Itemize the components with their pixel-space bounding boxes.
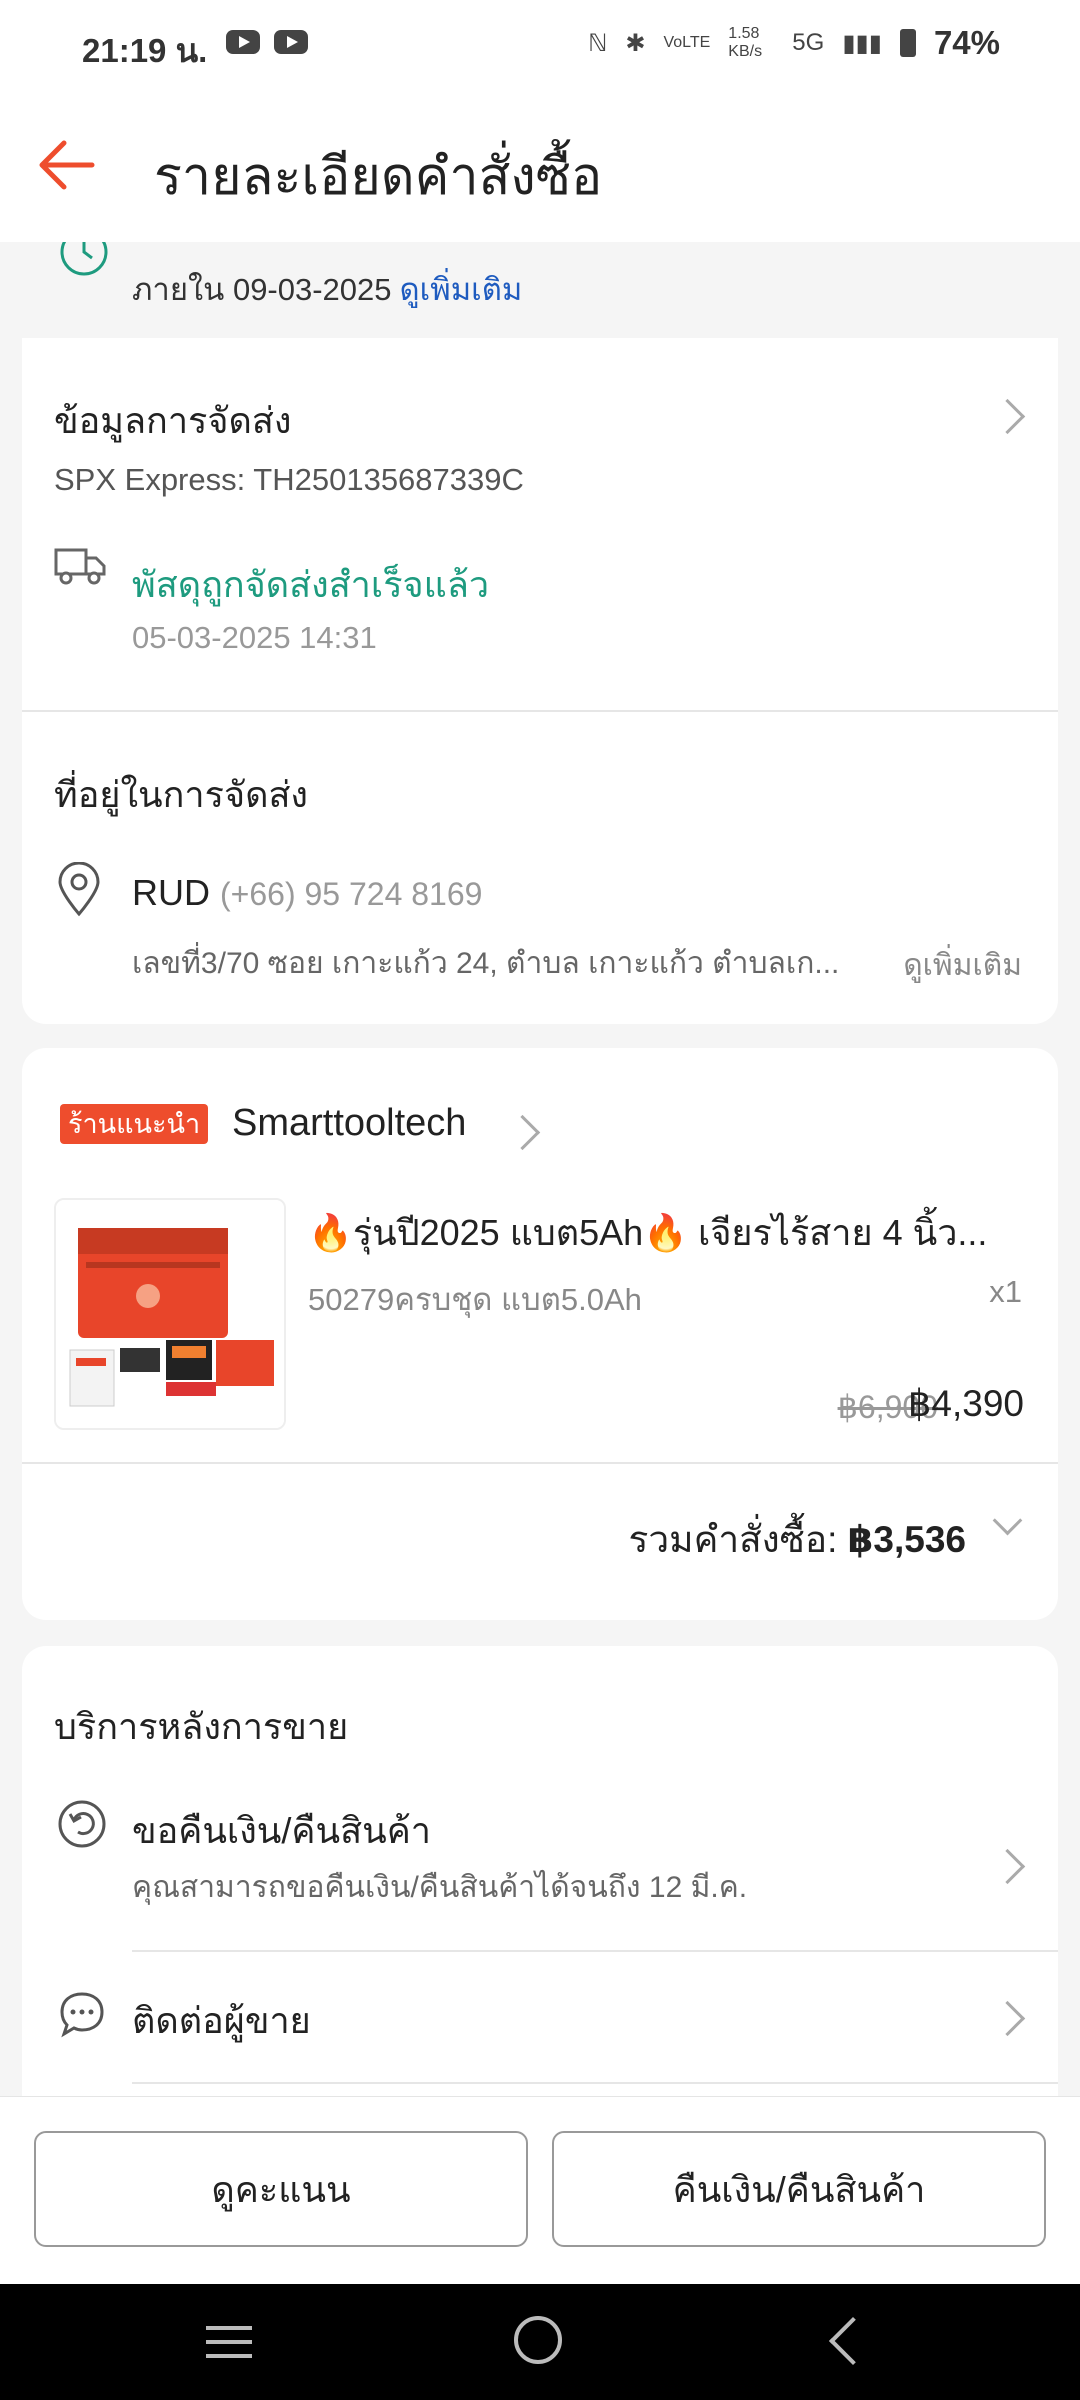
divider bbox=[22, 710, 1058, 712]
volte-icon: VoLTE bbox=[663, 34, 711, 51]
battery-icon bbox=[899, 29, 916, 57]
address-more-link[interactable]: ดูเพิ่มเติม bbox=[903, 942, 1022, 989]
return-icon bbox=[58, 1800, 106, 1848]
app-bar: รายละเอียดคำสั่งซื้อ bbox=[0, 92, 1080, 242]
chevron-right-icon[interactable] bbox=[989, 2000, 1026, 2037]
refund-return-button[interactable]: คืนเงิน/คืนสินค้า bbox=[552, 2131, 1046, 2247]
notice-more-link[interactable]: ดูเพิ่มเติม bbox=[400, 272, 523, 307]
sale-price: ฿4,390 bbox=[907, 1383, 1024, 1424]
signal-icon: ▮▮▮ bbox=[842, 29, 882, 57]
view-rating-button[interactable]: ดูคะแนน bbox=[34, 2131, 528, 2247]
product-name[interactable]: 🔥รุ่นปี2025 แบต5Ah🔥 เจียรไร้สาย 4 นิ้ว..… bbox=[308, 1204, 1028, 1261]
product-variant: 50279ครบชุด แบต5.0Ah bbox=[308, 1282, 642, 1317]
home-icon[interactable] bbox=[514, 2316, 562, 2364]
battery-level: 74% bbox=[933, 24, 1000, 61]
chat-icon bbox=[60, 1992, 104, 2038]
after-sales-title: บริการหลังการขาย bbox=[54, 1706, 349, 1747]
network-type: 5G bbox=[792, 29, 825, 56]
page-title: รายละเอียดคำสั่งซื้อ bbox=[154, 148, 603, 206]
clock-icon bbox=[60, 242, 108, 276]
notice-text: ภายใน 09-03-2025 bbox=[132, 272, 392, 307]
chevron-right-icon[interactable] bbox=[504, 1114, 541, 1151]
delivery-status: พัสดุถูกจัดส่งสำเร็จแล้ว bbox=[132, 564, 490, 605]
truck-icon bbox=[54, 548, 106, 585]
preferred-shop-badge: ร้านแนะนำ bbox=[60, 1104, 209, 1144]
status-time: 21:19 น. bbox=[82, 32, 208, 69]
status-indicators: ℕ ✱ VoLTE 1.58 KB/s 5G ▮▮▮ 74% bbox=[588, 24, 1000, 62]
tracking-number: SPX Express: TH250135687339C bbox=[54, 462, 524, 497]
product-image bbox=[56, 1200, 284, 1428]
shipping-card: ข้อมูลการจัดส่ง SPX Express: TH250135687… bbox=[22, 338, 1058, 1024]
order-total-value: ฿3,536 bbox=[847, 1519, 966, 1560]
recipient-phone: (+66) 95 724 8169 bbox=[220, 876, 483, 912]
delivery-time: 05-03-2025 14:31 bbox=[132, 620, 377, 655]
youtube-notification-icon bbox=[226, 30, 260, 54]
contact-seller[interactable]: ติดต่อผู้ขาย bbox=[132, 1992, 311, 2049]
bluetooth-icon: ✱ bbox=[625, 29, 646, 57]
recent-apps-icon[interactable] bbox=[204, 2320, 254, 2364]
system-nav-bar bbox=[0, 2284, 1080, 2400]
chevron-down-icon[interactable] bbox=[992, 1505, 1023, 1536]
order-items-card: ร้านแนะนำ Smarttooltech 🔥รุ่นปี2025 แบต5… bbox=[22, 1048, 1058, 1620]
refund-deadline: คุณสามารถขอคืนเงิน/คืนสินค้าได้จนถึง 12 … bbox=[132, 1871, 748, 1904]
system-back-icon[interactable] bbox=[828, 2316, 878, 2366]
chevron-right-icon[interactable] bbox=[989, 1848, 1026, 1885]
youtube-notification-icon bbox=[274, 30, 308, 54]
recipient-name: RUD bbox=[132, 872, 210, 913]
product-thumbnail[interactable] bbox=[54, 1198, 286, 1430]
delivery-guarantee-notice: ภายใน 09-03-2025 ดูเพิ่มเติม bbox=[0, 242, 1080, 338]
location-pin-icon bbox=[58, 862, 100, 917]
address-title: ที่อยู่ในการจัดส่ง bbox=[54, 774, 309, 815]
product-quantity: x1 bbox=[989, 1274, 1022, 1309]
bottom-action-bar: ดูคะแนน คืนเงิน/คืนสินค้า bbox=[0, 2096, 1080, 2285]
divider bbox=[132, 1950, 1058, 1952]
status-bar: 21:19 น. ℕ ✱ VoLTE 1.58 KB/s 5G ▮▮▮ 74% bbox=[0, 0, 1080, 92]
network-speed: 1.58 KB/s bbox=[728, 25, 763, 60]
chevron-right-icon[interactable] bbox=[989, 398, 1026, 435]
divider bbox=[132, 2082, 1058, 2084]
order-total-label: รวมคำสั่งซื้อ: bbox=[628, 1519, 838, 1560]
after-sales-card: บริการหลังการขาย ขอคืนเงิน/คืนสินค้า คุณ… bbox=[22, 1646, 1058, 2126]
address-line: เลขที่3/70 ซอย เกาะแก้ว 24, ตำบล เกาะแก้… bbox=[132, 947, 840, 980]
divider bbox=[22, 1462, 1058, 1464]
shop-name[interactable]: Smarttooltech bbox=[232, 1102, 466, 1145]
refund-title[interactable]: ขอคืนเงิน/คืนสินค้า bbox=[132, 1802, 431, 1859]
nfc-icon: ℕ bbox=[588, 29, 608, 57]
back-arrow-icon[interactable] bbox=[34, 130, 104, 200]
order-total[interactable]: รวมคำสั่งซื้อ: ฿3,536 bbox=[629, 1510, 966, 1569]
shipping-info-title[interactable]: ข้อมูลการจัดส่ง bbox=[54, 392, 291, 449]
